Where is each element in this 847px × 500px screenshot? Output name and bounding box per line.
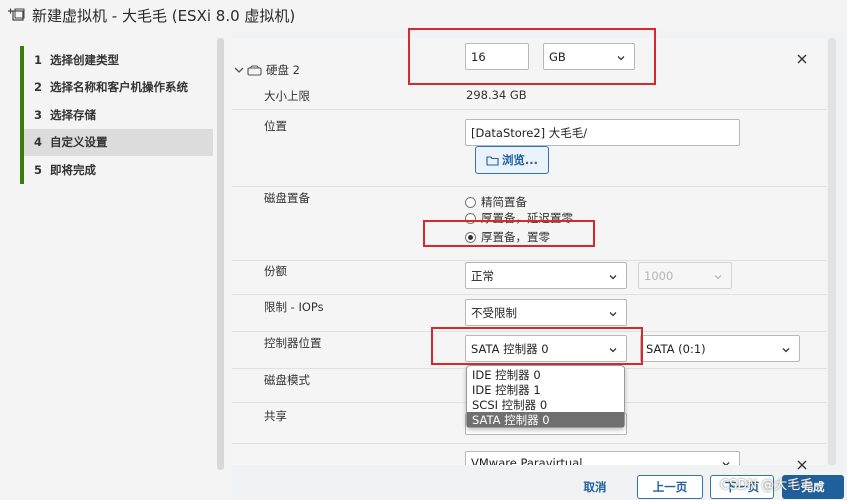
step-number: 1 xyxy=(34,52,43,67)
max-size-value: 298.34 GB xyxy=(466,88,527,102)
browse-button[interactable]: 浏览... xyxy=(475,146,549,174)
chevron-down-icon xyxy=(721,458,731,465)
chevron-down-icon[interactable] xyxy=(234,66,244,74)
row-divider xyxy=(232,260,827,261)
new-vm-icon xyxy=(6,6,26,24)
step-label: 自定义设置 xyxy=(50,135,108,150)
step-label: 即将完成 xyxy=(50,162,96,177)
limit-iops-select[interactable]: 不受限制 xyxy=(465,299,627,326)
disk-header[interactable]: 硬盘 2 xyxy=(234,62,300,78)
step-select-create-type[interactable]: 1 选择创建类型 xyxy=(24,46,213,74)
dropdown-option[interactable]: IDE 控制器 0 xyxy=(467,367,624,382)
wizard-steps: 1 选择创建类型 2 选择名称和客户机操作系统 3 选择存储 4 自定义设置 5 即将完成 xyxy=(20,46,213,184)
step-number: 4 xyxy=(34,135,43,150)
scsi-controller-type-select[interactable]: VMware Paravirtual xyxy=(465,451,740,465)
close-icon[interactable] xyxy=(795,52,809,66)
chevron-down-icon xyxy=(713,271,723,281)
cancel-button[interactable]: 取消 xyxy=(567,475,623,499)
radio-thin-provision[interactable]: 精简置备 xyxy=(465,194,527,210)
row-divider xyxy=(232,443,827,444)
location-field[interactable]: [DataStore2] 大毛毛/ xyxy=(465,119,740,146)
highlight-box-controller xyxy=(431,327,643,365)
chevron-down-icon xyxy=(608,308,618,318)
step-ready-to-complete[interactable]: 5 即将完成 xyxy=(24,156,213,184)
step-number: 2 xyxy=(34,80,43,95)
window-title: 新建虚拟机 - 大毛毛 (ESXi 8.0 虚拟机) xyxy=(32,6,296,25)
row-divider xyxy=(232,294,827,295)
row-divider xyxy=(232,186,827,187)
highlight-box-provision xyxy=(423,220,595,247)
chevron-down-icon xyxy=(608,271,618,281)
step-select-name-os[interactable]: 2 选择名称和客户机操作系统 xyxy=(24,74,213,102)
dropdown-option-selected[interactable]: SATA 控制器 0 xyxy=(467,412,624,427)
shares-value: 正常 xyxy=(471,268,494,283)
nav-scrollbar[interactable] xyxy=(217,38,224,470)
limit-iops-label: 限制 - IOPs xyxy=(264,300,324,314)
disk-title: 硬盘 2 xyxy=(266,63,300,77)
max-size-label: 大小上限 xyxy=(264,89,310,103)
row-divider xyxy=(232,109,827,110)
dropdown-option[interactable]: IDE 控制器 1 xyxy=(467,382,624,397)
shares-select[interactable]: 正常 xyxy=(465,262,627,289)
controller-slot-select[interactable]: SATA (0:1) xyxy=(640,335,800,362)
step-label: 选择名称和客户机操作系统 xyxy=(50,80,188,95)
scsi-controller-type-value: VMware Paravirtual xyxy=(471,456,583,465)
shares-number-field: 1000 xyxy=(638,262,732,289)
controller-dropdown-list[interactable]: IDE 控制器 0 IDE 控制器 1 SCSI 控制器 0 SATA 控制器 … xyxy=(466,365,625,428)
controller-slot-value: SATA (0:1) xyxy=(646,341,706,356)
step-number: 3 xyxy=(34,107,43,122)
back-button[interactable]: 上一页 xyxy=(637,475,703,499)
highlight-box-size xyxy=(408,28,656,85)
dropdown-option[interactable]: SCSI 控制器 0 xyxy=(467,397,624,412)
controller-location-label: 控制器位置 xyxy=(264,336,322,350)
shares-label: 份额 xyxy=(264,264,287,278)
step-label: 选择存储 xyxy=(50,107,96,122)
step-customize-settings[interactable]: 4 自定义设置 xyxy=(24,128,213,156)
chevron-down-icon xyxy=(781,344,791,354)
location-label: 位置 xyxy=(264,119,287,133)
radio-button[interactable] xyxy=(465,196,476,208)
sharing-label: 共享 xyxy=(264,409,287,423)
folder-icon xyxy=(486,155,499,166)
provision-label: 磁盘置备 xyxy=(264,191,310,205)
step-label: 选择创建类型 xyxy=(50,52,119,67)
wizard-nav: 1 选择创建类型 2 选择名称和客户机操作系统 3 选择存储 4 自定义设置 5 即将完成 xyxy=(0,30,232,500)
disk-mode-label: 磁盘模式 xyxy=(264,373,310,387)
disk-icon xyxy=(247,65,262,76)
step-number: 5 xyxy=(34,162,43,177)
shares-number-value: 1000 xyxy=(644,268,674,283)
title-bar: 新建虚拟机 - 大毛毛 (ESXi 8.0 虚拟机) xyxy=(0,0,847,30)
watermark: CSDN @大毛毛~ xyxy=(720,478,825,493)
content-scrollbar[interactable] xyxy=(828,38,836,465)
radio-label: 精简置备 xyxy=(481,195,527,209)
browse-label: 浏览... xyxy=(501,153,539,167)
step-select-storage[interactable]: 3 选择存储 xyxy=(24,101,213,129)
limit-iops-value: 不受限制 xyxy=(471,305,517,320)
